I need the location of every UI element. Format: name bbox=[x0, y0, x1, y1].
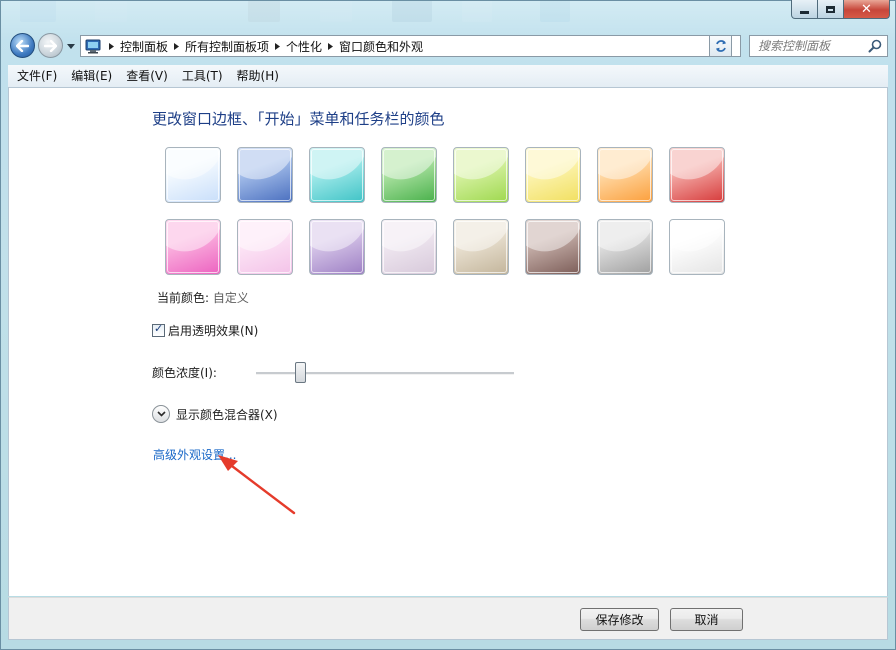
save-changes-button[interactable]: 保存修改 bbox=[580, 608, 659, 631]
forward-button[interactable] bbox=[38, 33, 63, 58]
menu-view[interactable]: 查看(V) bbox=[117, 65, 173, 87]
control-panel-window: ✕ 控制面板 所有控制面板项 个性化 窗口颜色和外观 搜索控制面板 文件(F) … bbox=[0, 0, 896, 650]
breadcrumb-item-all-items[interactable]: 所有控制面板项 bbox=[185, 38, 269, 55]
breadcrumb-item-window-color[interactable]: 窗口颜色和外观 bbox=[339, 38, 423, 55]
expand-button[interactable] bbox=[152, 405, 170, 423]
color-swatch[interactable] bbox=[453, 147, 509, 203]
minimize-button[interactable] bbox=[791, 0, 818, 19]
annotation-arrow-icon bbox=[218, 455, 296, 515]
color-swatch[interactable] bbox=[381, 147, 437, 203]
menu-file[interactable]: 文件(F) bbox=[8, 65, 62, 87]
color-swatch[interactable] bbox=[453, 219, 509, 275]
forward-arrow-icon bbox=[44, 39, 57, 52]
color-intensity-label: 颜色浓度(I): bbox=[152, 366, 217, 380]
refresh-icon bbox=[715, 40, 726, 52]
transparency-label[interactable]: 启用透明效果(N) bbox=[168, 322, 258, 339]
color-swatch[interactable] bbox=[237, 147, 293, 203]
page-title: 更改窗口边框、「开始」菜单和任务栏的颜色 bbox=[152, 110, 445, 128]
chevron-right-icon bbox=[109, 42, 114, 50]
color-swatch[interactable] bbox=[597, 219, 653, 275]
breadcrumb-separator-icon[interactable] bbox=[274, 36, 281, 56]
breadcrumb-separator-icon[interactable] bbox=[108, 36, 115, 56]
caption-buttons: ✕ bbox=[791, 0, 890, 19]
color-swatch[interactable] bbox=[669, 219, 725, 275]
close-button[interactable]: ✕ bbox=[844, 0, 890, 19]
search-box[interactable] bbox=[749, 35, 888, 57]
color-intensity-thumb[interactable] bbox=[294, 362, 306, 383]
minimize-icon bbox=[800, 10, 809, 14]
recent-pages-button[interactable] bbox=[66, 41, 75, 51]
breadcrumb-item-personalization[interactable]: 个性化 bbox=[286, 38, 322, 55]
color-swatch[interactable] bbox=[669, 147, 725, 203]
search-icon[interactable] bbox=[868, 39, 882, 53]
navigation-bar: 控制面板 所有控制面板项 个性化 窗口颜色和外观 bbox=[10, 33, 888, 59]
breadcrumb-item-control-panel[interactable]: 控制面板 bbox=[120, 38, 168, 55]
footer-bar: 保存修改 取消 bbox=[8, 597, 888, 640]
chevron-right-icon bbox=[275, 42, 281, 50]
control-panel-icon bbox=[85, 39, 101, 54]
menu-help[interactable]: 帮助(H) bbox=[228, 65, 284, 87]
back-arrow-icon bbox=[16, 39, 29, 52]
content-pane: 更改窗口边框、「开始」菜单和任务栏的颜色 当前颜色: 自定义 ✓ 启用透明效果(… bbox=[8, 88, 888, 596]
current-color-value: 自定义 bbox=[212, 291, 249, 305]
menu-tools[interactable]: 工具(T) bbox=[173, 65, 228, 87]
color-swatch[interactable] bbox=[525, 219, 581, 275]
breadcrumb-separator-icon[interactable] bbox=[173, 36, 180, 56]
menu-bar: 文件(F) 编辑(E) 查看(V) 工具(T) 帮助(H) bbox=[8, 65, 888, 88]
color-mixer-label[interactable]: 显示颜色混合器(X) bbox=[176, 406, 278, 423]
color-swatch[interactable] bbox=[309, 147, 365, 203]
color-mixer-toggle[interactable]: 显示颜色混合器(X) bbox=[152, 405, 278, 423]
chevron-right-icon bbox=[174, 42, 180, 50]
maximize-icon bbox=[826, 5, 835, 13]
current-color-label: 当前颜色: bbox=[157, 291, 210, 305]
back-button[interactable] bbox=[10, 33, 35, 58]
chevron-down-icon bbox=[66, 43, 75, 49]
refresh-button[interactable] bbox=[709, 35, 732, 57]
chevron-down-icon bbox=[156, 411, 166, 417]
color-swatch[interactable] bbox=[165, 147, 221, 203]
transparency-checkbox[interactable]: ✓ bbox=[152, 322, 165, 337]
address-bar[interactable]: 控制面板 所有控制面板项 个性化 窗口颜色和外观 bbox=[80, 35, 741, 57]
color-swatch[interactable] bbox=[309, 219, 365, 275]
menu-edit[interactable]: 编辑(E) bbox=[62, 65, 117, 87]
color-swatch[interactable] bbox=[237, 219, 293, 275]
check-icon: ✓ bbox=[154, 322, 164, 335]
maximize-button[interactable] bbox=[818, 0, 844, 19]
color-swatch[interactable] bbox=[525, 147, 581, 203]
current-color: 当前颜色: 自定义 bbox=[157, 289, 249, 306]
breadcrumb-separator-icon[interactable] bbox=[327, 36, 334, 56]
close-icon: ✕ bbox=[861, 1, 872, 17]
cancel-button[interactable]: 取消 bbox=[670, 608, 743, 631]
chevron-right-icon bbox=[328, 42, 334, 50]
breadcrumb: 控制面板 所有控制面板项 个性化 窗口颜色和外观 bbox=[103, 36, 423, 56]
transparency-option[interactable]: ✓ 启用透明效果(N) bbox=[152, 322, 258, 339]
color-swatch[interactable] bbox=[597, 147, 653, 203]
color-swatch[interactable] bbox=[165, 219, 221, 275]
color-swatch[interactable] bbox=[381, 219, 437, 275]
search-input[interactable] bbox=[750, 36, 868, 56]
